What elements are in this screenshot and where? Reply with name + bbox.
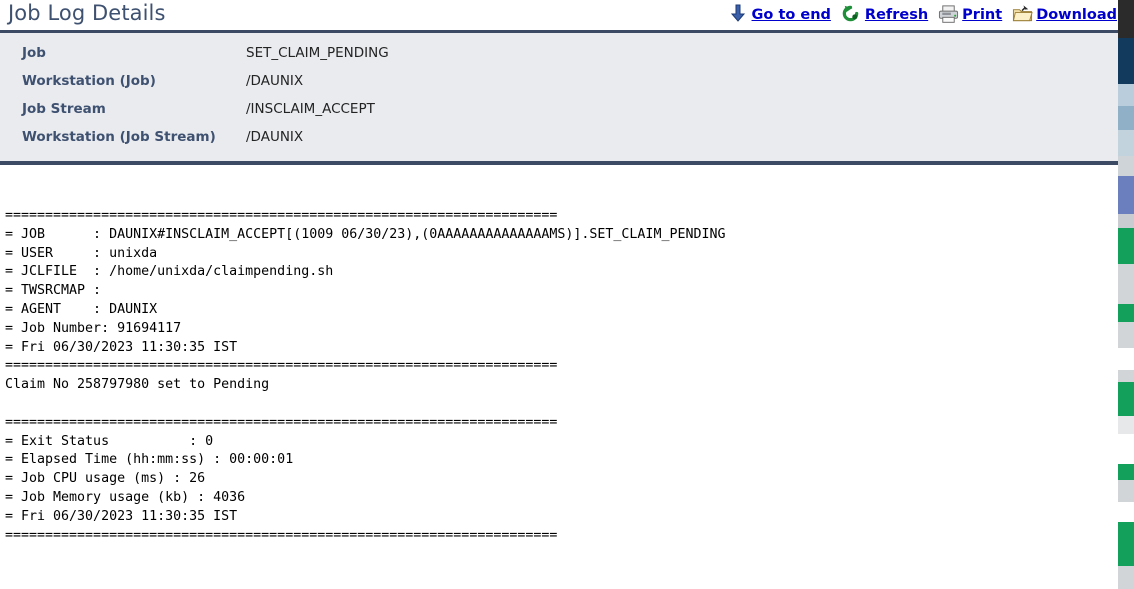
- background-band: [1118, 176, 1134, 214]
- refresh-icon: [840, 4, 862, 26]
- background-band: [1118, 304, 1134, 322]
- background-band: [1118, 566, 1134, 589]
- log-output-text: ========================================…: [5, 208, 726, 543]
- refresh-link[interactable]: Refresh: [840, 4, 928, 26]
- page-header: Job Log Details Go to end Refresh Print …: [0, 0, 1118, 30]
- job-info-table: Job SET_CLAIM_PENDING Workstation (Job) …: [22, 39, 389, 151]
- background-band: [1118, 264, 1134, 304]
- table-row: Workstation (Job Stream) /DAUNIX: [22, 123, 389, 151]
- download-folder-icon: [1011, 4, 1033, 26]
- background-band: [1118, 84, 1134, 106]
- background-band: [1118, 106, 1134, 130]
- info-label-workstation-job-stream: Workstation (Job Stream): [22, 129, 216, 145]
- info-label-job: Job: [22, 45, 46, 61]
- go-to-end-label: Go to end: [751, 7, 831, 23]
- info-label-job-stream: Job Stream: [22, 101, 106, 117]
- job-log-details-page: Job Log Details Go to end Refresh Print …: [0, 0, 1118, 589]
- toolbar: Go to end Refresh Print Download: [718, 4, 1117, 26]
- background-band: [1118, 156, 1134, 176]
- down-arrow-icon: [727, 4, 749, 26]
- refresh-label: Refresh: [864, 7, 929, 23]
- info-label-workstation-job: Workstation (Job): [22, 73, 156, 89]
- background-band: [1118, 0, 1134, 38]
- page-title: Job Log Details: [8, 1, 166, 25]
- info-value-workstation-job: /DAUNIX: [246, 73, 304, 89]
- table-row: Workstation (Job) /DAUNIX: [22, 67, 389, 95]
- background-band: [1118, 480, 1134, 502]
- background-band: [1118, 214, 1134, 228]
- background-band: [1118, 370, 1134, 382]
- print-link[interactable]: Print: [937, 4, 1002, 26]
- printer-icon: [937, 4, 959, 26]
- job-info-panel: Job SET_CLAIM_PENDING Workstation (Job) …: [0, 33, 1118, 165]
- go-to-end-link[interactable]: Go to end: [727, 4, 831, 26]
- background-band: [1118, 322, 1134, 348]
- info-value-job-stream: /INSCLAIM_ACCEPT: [246, 101, 375, 117]
- background-band: [1118, 522, 1134, 566]
- background-band: [1118, 38, 1134, 84]
- background-band: [1118, 464, 1134, 480]
- info-value-workstation-job-stream: /DAUNIX: [246, 129, 304, 145]
- background-band: [1118, 348, 1134, 370]
- background-window-sliver: [1118, 0, 1134, 589]
- background-band: [1118, 434, 1134, 464]
- background-band: [1118, 502, 1134, 522]
- background-band: [1118, 130, 1134, 156]
- download-label: Download: [1036, 7, 1117, 23]
- table-row: Job Stream /INSCLAIM_ACCEPT: [22, 95, 389, 123]
- background-band: [1118, 416, 1134, 434]
- background-band: [1118, 228, 1134, 264]
- info-value-job: SET_CLAIM_PENDING: [246, 45, 389, 61]
- background-band: [1118, 382, 1134, 416]
- print-label: Print: [962, 7, 1003, 23]
- table-row: Job SET_CLAIM_PENDING: [22, 39, 389, 67]
- log-output-area: ========================================…: [0, 165, 1118, 545]
- download-link[interactable]: Download: [1011, 4, 1117, 26]
